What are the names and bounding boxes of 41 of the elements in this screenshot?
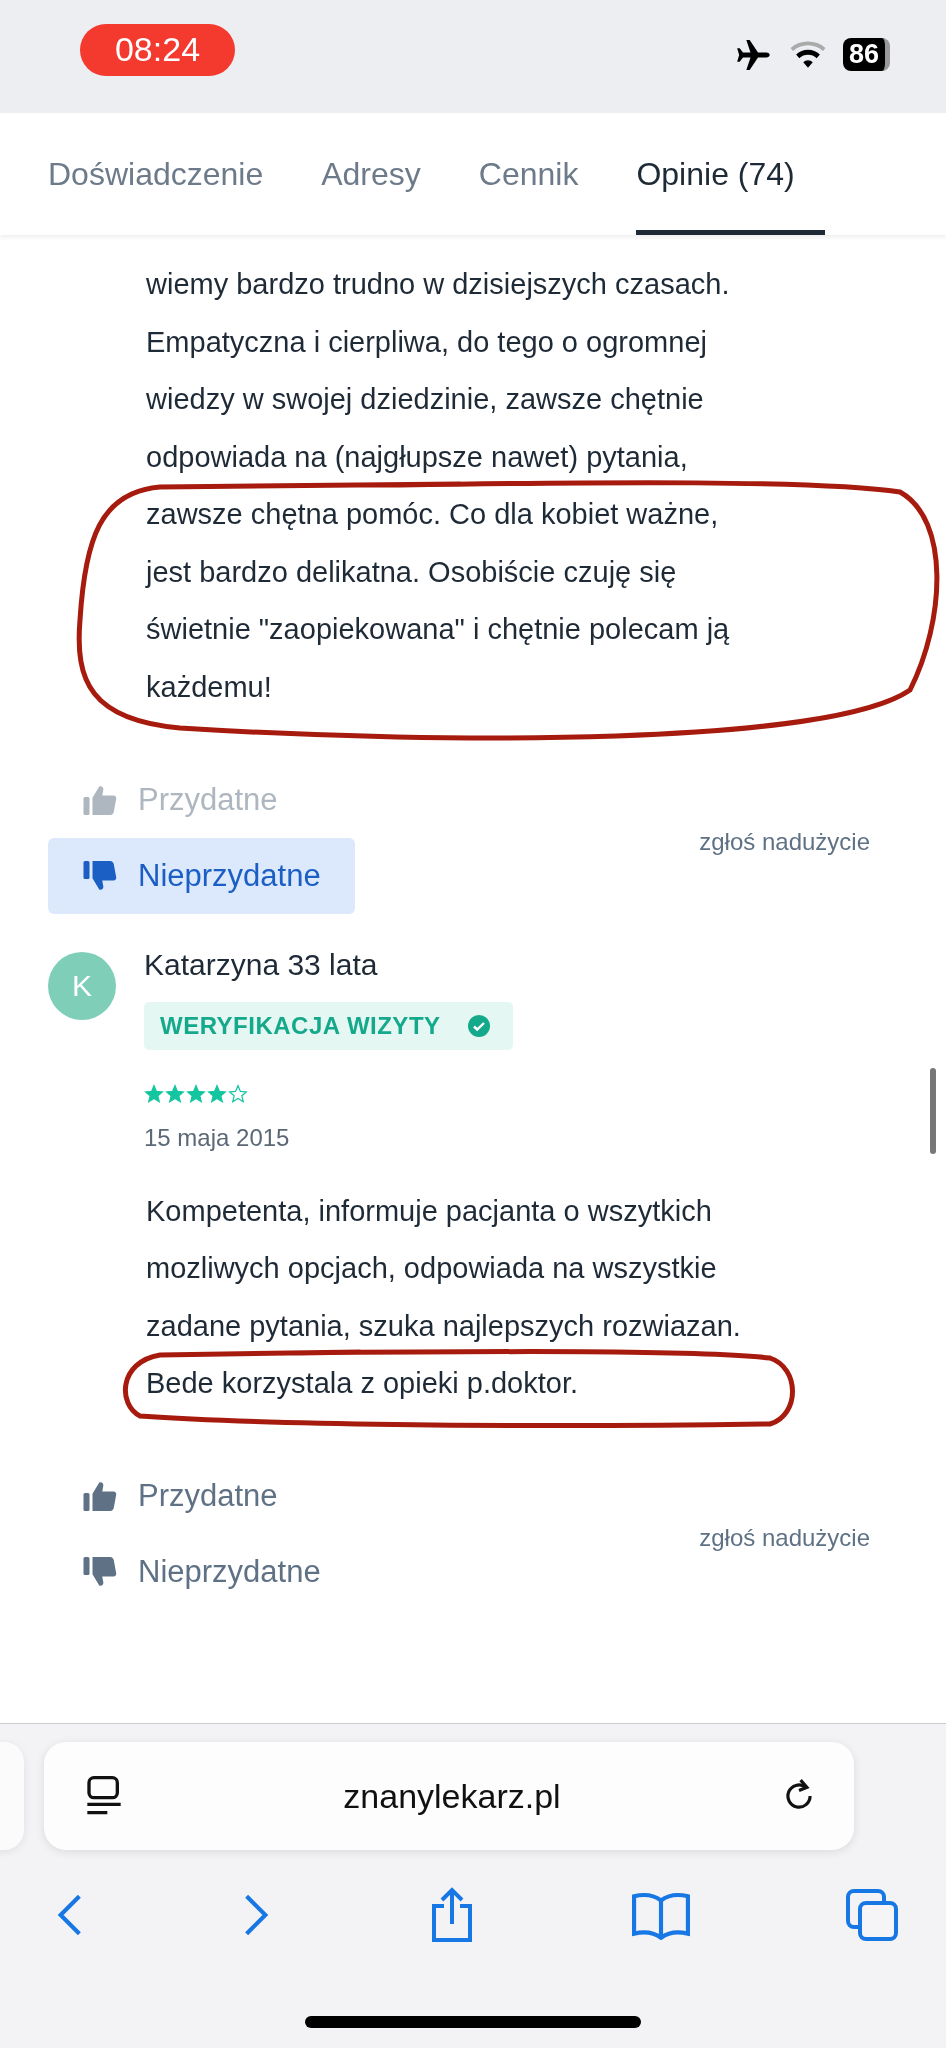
unhelpful-button[interactable]: Nieprzydatne <box>48 837 355 914</box>
tab[interactable]: Opinie (74) <box>636 113 825 235</box>
tab[interactable]: Doświadczenie <box>48 113 264 235</box>
review-text-line: jest bardzo delikatna. Osobiście czuję się <box>146 554 677 589</box>
status-time: 08:24 <box>80 23 235 76</box>
review-date: 15 maja 2015 <box>144 1123 290 1152</box>
review-text-line: Kompetenta, informuje pacjanta o wszytkich <box>146 1193 712 1228</box>
wifi-icon <box>788 39 827 70</box>
review-text-line: zawsze chętna pomóc. Co dla kobiet ważne, <box>146 497 719 531</box>
avatar: K <box>48 951 116 1020</box>
star-icon <box>165 1083 185 1104</box>
tabs-icon[interactable] <box>846 1889 898 1941</box>
helpful-button[interactable]: Przydatne <box>48 1458 355 1534</box>
star-icon <box>144 1083 164 1104</box>
review-text-line: każdemu! <box>146 669 272 704</box>
review-text-line: wiemy bardzo trudno w dzisiejszych czasach. <box>146 267 730 301</box>
report-link[interactable]: zgłoś nadużycie <box>699 1524 870 1552</box>
bookmarks-icon[interactable] <box>631 1890 690 1940</box>
review-text-line: świetnie "zaopiekowana" i chętnie polecam ją <box>146 612 730 646</box>
star-icon <box>228 1083 248 1104</box>
tab[interactable]: Adresy <box>321 113 421 235</box>
report-link[interactable]: zgłoś nadużycie <box>699 827 870 856</box>
battery-level: 86 <box>842 38 890 71</box>
review-text-line: zadane pytania, szuka najlepszych rozwiazan. <box>146 1308 741 1343</box>
check-icon <box>466 1013 491 1038</box>
tab[interactable]: Cennik <box>478 113 579 235</box>
url-text: znanylekarz.pl <box>343 1776 561 1816</box>
thumbs-down-icon <box>82 858 118 893</box>
thumbs-down-icon <box>82 1555 118 1589</box>
thumbs-up-icon <box>82 1479 118 1513</box>
address-bar[interactable]: znanylekarz.pl <box>44 1742 854 1850</box>
author-name: Katarzyna 33 lata <box>144 947 378 982</box>
unhelpful-button[interactable]: Nieprzydatne <box>48 1534 355 1610</box>
review-text-line: wiedzy w swojej dziedzinie, zawsze chętnie <box>146 382 704 416</box>
badge-label: WERYFIKACJA WIZYTY <box>160 1011 441 1040</box>
review-text-line: Bede korzystala z opieki p.doktor. <box>146 1366 578 1400</box>
review-text-line: mozliwych opcjach, odpowiada na wszystkie <box>146 1251 717 1285</box>
star-icon <box>186 1083 206 1104</box>
star-icon <box>207 1083 227 1104</box>
review-text-line: Empatyczna i cierpliwa, do tego o ogromnej <box>146 324 707 359</box>
review-text-line: odpowiada na (najgłupsze nawet) pytania, <box>146 439 688 474</box>
